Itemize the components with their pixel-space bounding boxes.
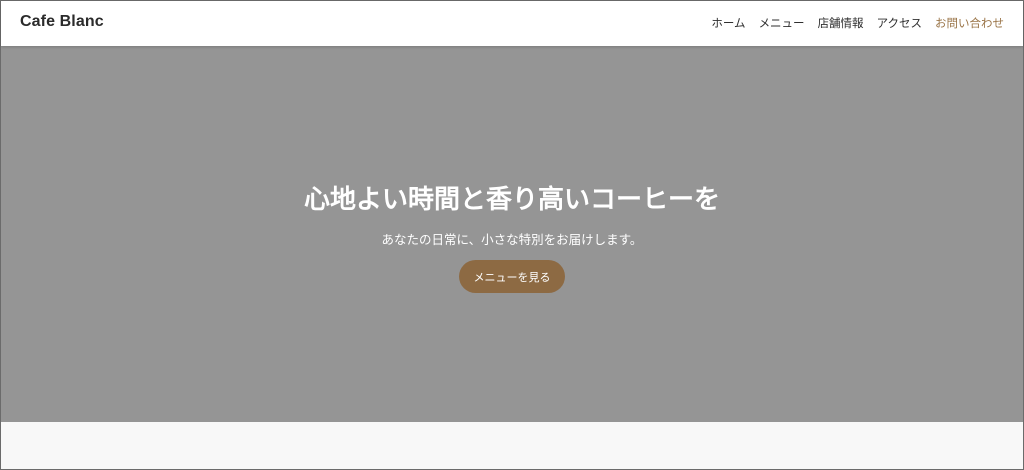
hero-title: 心地よい時間と香り高いコーヒーを xyxy=(303,185,720,215)
nav-link-home[interactable]: ホーム xyxy=(711,15,745,31)
view-menu-button[interactable]: メニューを見る xyxy=(459,260,565,293)
nav-link-menu[interactable]: メニュー xyxy=(759,15,805,31)
hero-section: 心地よい時間と香り高いコーヒーを あなたの日常に、小さな特別をお届けします。 メ… xyxy=(1,46,1023,422)
nav-link-contact[interactable]: お問い合わせ xyxy=(935,15,1004,31)
hero-subtitle: あなたの日常に、小さな特別をお届けします。 xyxy=(381,232,643,247)
nav-link-store-info[interactable]: 店舗情報 xyxy=(818,15,864,31)
site-header: Cafe Blanc ホーム メニュー 店舗情報 アクセス お問い合わせ xyxy=(1,1,1023,46)
nav-link-access[interactable]: アクセス xyxy=(877,15,922,31)
site-logo[interactable]: Cafe Blanc xyxy=(20,13,104,31)
main-nav: ホーム メニュー 店舗情報 アクセス お問い合わせ xyxy=(711,15,1004,31)
next-section xyxy=(1,422,1023,469)
